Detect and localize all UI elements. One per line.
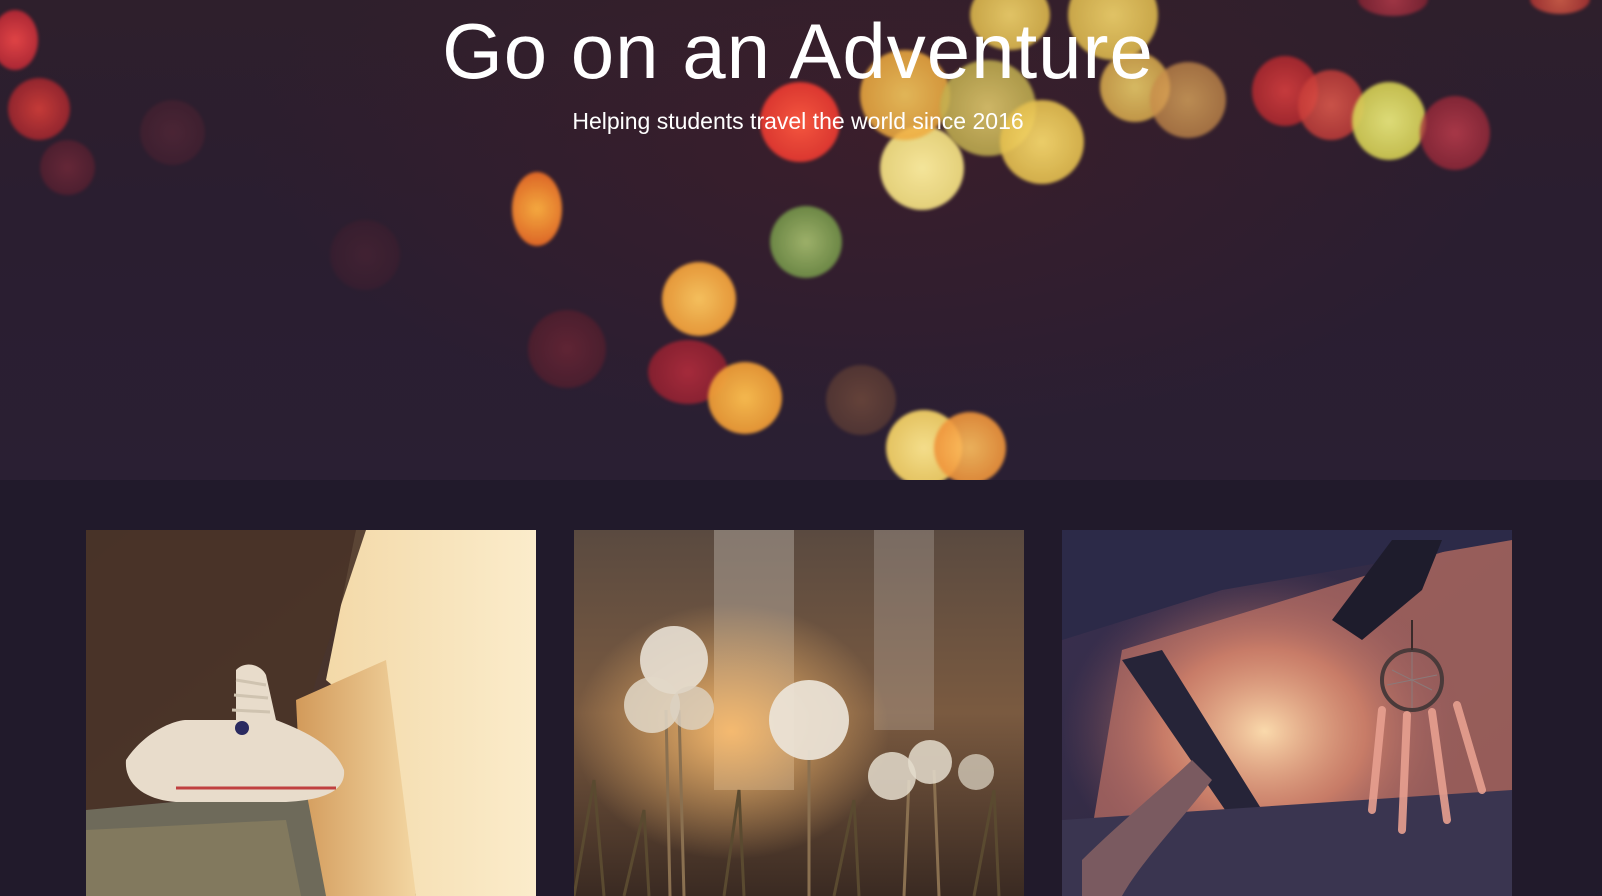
sneakers-on-wall-photo — [86, 530, 536, 896]
bokeh-light — [708, 362, 782, 434]
bokeh-light — [40, 140, 95, 195]
bokeh-light — [934, 412, 1006, 480]
hero-banner: Go on an Adventure Helping students trav… — [0, 0, 1602, 480]
bokeh-light — [826, 365, 896, 435]
bokeh-light — [330, 220, 400, 290]
bokeh-light — [662, 262, 736, 336]
bokeh-light — [528, 310, 606, 388]
page-title: Go on an Adventure — [442, 7, 1154, 95]
page-subtitle: Helping students travel the world since … — [572, 108, 1024, 134]
bokeh-light — [770, 206, 842, 278]
photo-gallery — [0, 480, 1602, 896]
bokeh-light — [512, 172, 562, 246]
dandelions-photo — [574, 530, 1024, 896]
dreamcatcher-car-photo — [1062, 530, 1512, 896]
